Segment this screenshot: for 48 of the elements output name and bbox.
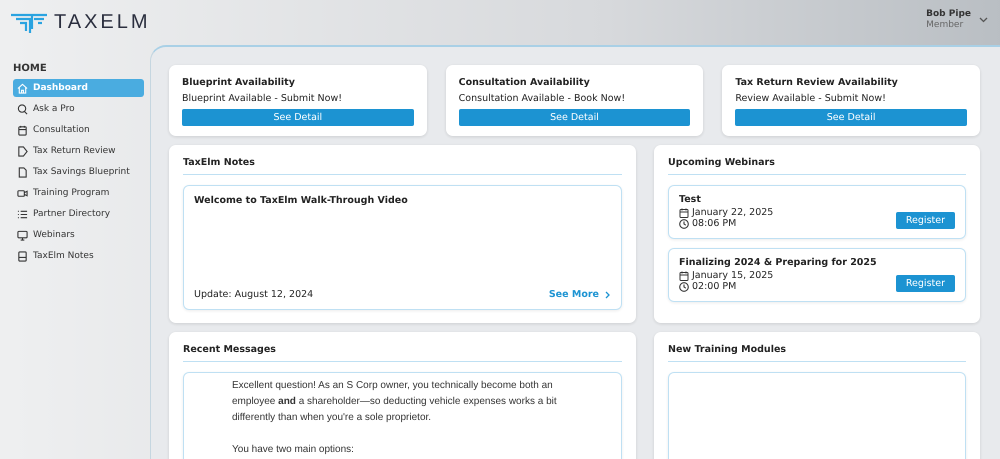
user-name: Bob Pipe: [926, 8, 971, 20]
card-title: Consultation Availability: [458, 77, 591, 88]
calendar-icon: [17, 124, 28, 136]
nav-item[interactable]: Webinars: [13, 226, 144, 244]
card-title: Tax Return Review Availability: [735, 77, 899, 88]
card-title: Blueprint Availability: [182, 77, 296, 88]
nav-item[interactable]: Tax Return Review: [13, 142, 144, 160]
user-menu[interactable]: Bob Pipe Member: [926, 8, 988, 30]
user-role: Member: [926, 20, 964, 30]
message-text: Excellent question! As an S Corp owner, you technically become both an employee and a shareholder—so deducting vehicle expenses works a bit differently than when you're a sole proprietor.: [232, 379, 558, 425]
webinar-title: Finalizing 2024 & Preparing for 2025: [679, 257, 877, 268]
list-icon: [17, 208, 28, 220]
nav-item[interactable]: Consultation: [13, 121, 144, 139]
clock-icon: [679, 218, 689, 228]
calendar-icon: [679, 270, 689, 280]
card-title: TaxElm Notes: [183, 157, 622, 175]
home-icon: [17, 82, 28, 94]
webinar-date: January 15, 2025: [692, 270, 774, 281]
logo-icon: [10, 12, 48, 34]
nav-item[interactable]: Ask a Pro: [13, 100, 144, 118]
webinar-time: 08:06 PM: [692, 218, 736, 229]
logo-text: TAXELM: [54, 11, 151, 34]
tag-icon: [17, 146, 28, 156]
nav-item[interactable]: Partner Directory: [13, 205, 144, 223]
document-icon: [17, 166, 28, 178]
webinar-time: 02:00 PM: [692, 281, 736, 292]
monitor-icon: [17, 230, 28, 240]
webinar-title: Test: [679, 194, 702, 205]
section-heading: HOME: [13, 63, 48, 74]
card-title: New Training Modules: [668, 344, 966, 362]
calendar-icon: [679, 208, 689, 218]
nav-item[interactable]: Tax Savings Blueprint: [13, 163, 144, 181]
card-title: Recent Messages: [183, 344, 622, 362]
update-date: Update: August 12, 2024: [194, 289, 314, 300]
nav-item[interactable]: Training Program: [13, 184, 144, 202]
availability-status: Consultation Available - Book Now!: [458, 93, 626, 104]
webinar-date: January 22, 2025: [692, 207, 774, 218]
video-icon: [17, 188, 28, 198]
clock-icon: [679, 282, 689, 292]
chevron-down-icon: [979, 16, 988, 22]
notebook-icon: [17, 250, 28, 262]
card-title: Upcoming Webinars: [668, 157, 966, 175]
availability-status: Blueprint Available - Submit Now!: [182, 93, 344, 104]
chevron-right-icon: [605, 290, 611, 298]
availability-status: Review Available - Submit Now!: [735, 93, 887, 104]
note-title: Welcome to TaxElm Walk-Through Video: [194, 195, 409, 206]
message-text: You have two main options:: [232, 443, 355, 457]
nav-item[interactable]: TaxElm Notes: [13, 247, 144, 265]
